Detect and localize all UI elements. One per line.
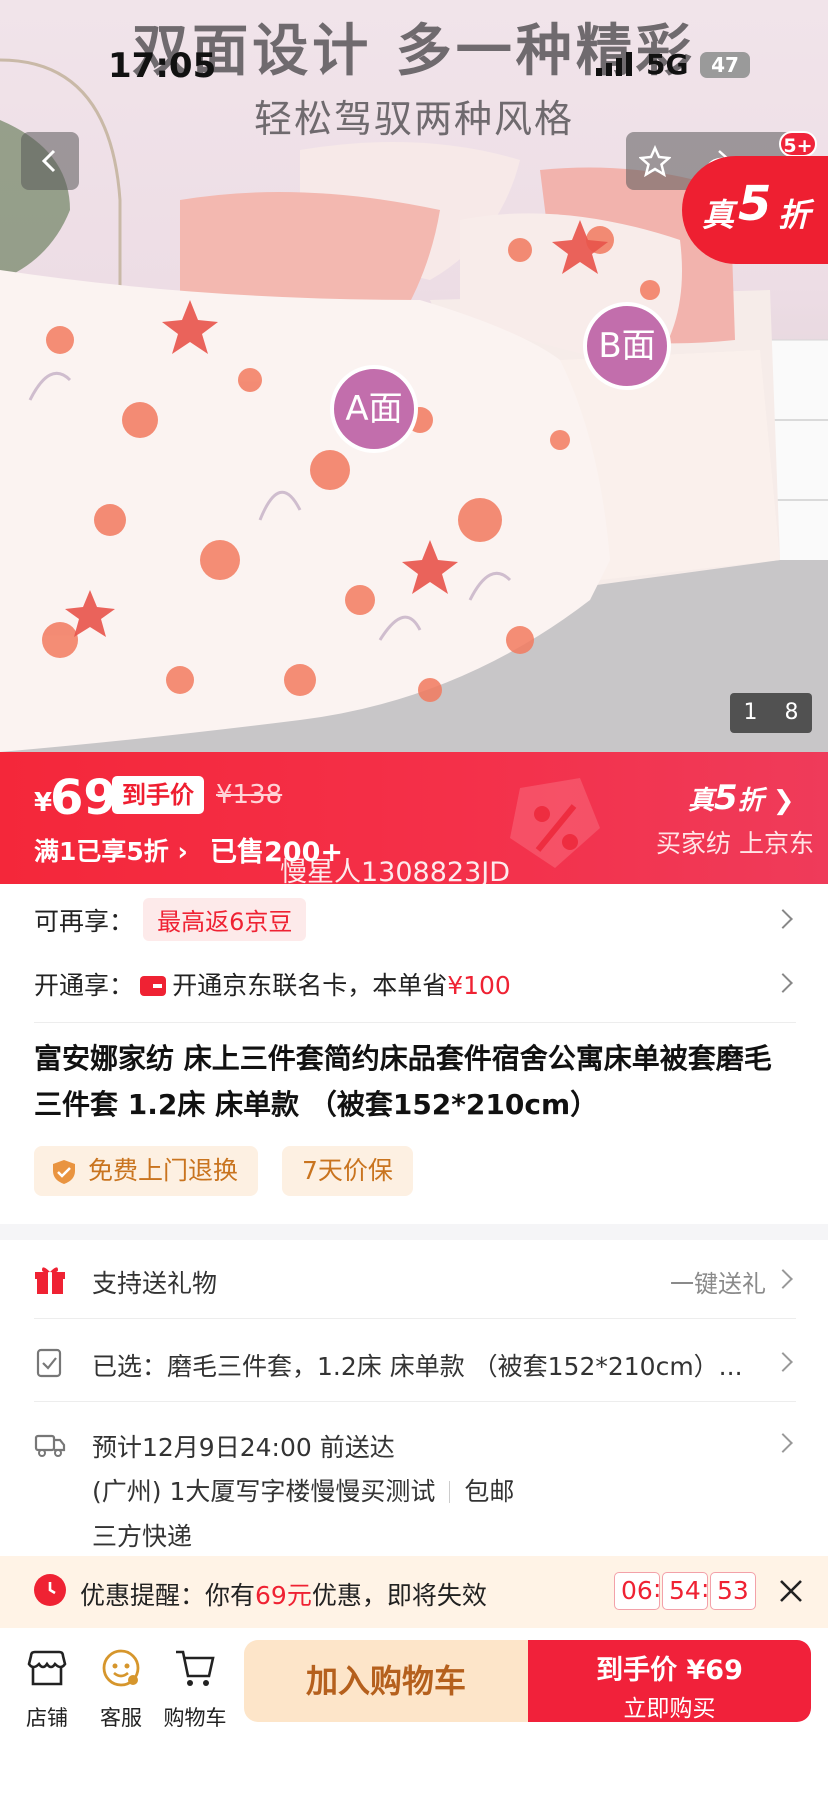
divider <box>34 1022 796 1023</box>
gift-action[interactable]: 一键送礼 <box>670 1264 766 1299</box>
cart-label: 购物车 <box>163 1706 227 1730</box>
co-brand-card-label: 开通享： <box>34 971 135 1000</box>
star-icon <box>639 145 671 177</box>
discount-rule-text: 满1已享5折 <box>34 837 169 866</box>
divider <box>449 1481 451 1503</box>
pager-current: 1 <box>743 700 758 725</box>
final-price: 69 <box>50 770 117 826</box>
section-gap <box>0 1224 828 1240</box>
final-price-tag: 到手价 <box>112 776 204 814</box>
bottom-action-bar: 店铺 客服 购物车 加入购物车 到手价 ¥69 立即购买 <box>0 1628 828 1801</box>
store-label: 店铺 <box>26 1706 68 1730</box>
countdown-seconds: 53 <box>710 1572 756 1610</box>
co-brand-card-amount: ¥100 <box>447 971 511 1000</box>
real-discount-link-suffix: 折 <box>737 786 764 816</box>
original-price: ¥138 <box>216 780 283 810</box>
real-discount-suffix: 折 <box>778 196 811 234</box>
customer-service-icon <box>102 1649 140 1687</box>
customer-service-button[interactable]: 客服 <box>86 1646 156 1732</box>
delivery-eta: 预计12月9日24:00 前送达 <box>92 1433 395 1462</box>
delivery-address-text: (广州) 1大厦写字楼慢慢买测试 <box>92 1477 436 1506</box>
side-a-label: A面 <box>330 365 418 453</box>
coupon-reminder-suffix: 优惠，即将失效 <box>311 1581 487 1610</box>
favorite-button[interactable] <box>626 132 684 190</box>
chevron-right-icon <box>773 909 793 929</box>
bonus-beans-value: 最高返6京豆 <box>143 898 307 941</box>
gift-row[interactable]: 支持送礼物 一键送礼 <box>34 1264 794 1298</box>
store-button[interactable]: 店铺 <box>12 1646 82 1732</box>
chevron-right-icon <box>773 1352 793 1372</box>
percent-decoration-icon <box>510 778 600 868</box>
chevron-right-icon <box>773 1433 793 1453</box>
coupon-reminder-bar[interactable]: 优惠提醒：你有69元优惠，即将失效 06 : 54 : 53 <box>0 1556 828 1628</box>
product-title: 富安娜家纺 床上三件套简约床品套件宿舍公寓床单被套磨毛三件套 1.2床 床单款 … <box>34 1042 772 1121</box>
coupon-reminder-prefix: 优惠提醒：你有 <box>80 1581 256 1610</box>
shield-check-icon <box>53 1160 75 1184</box>
buy-now-button[interactable]: 到手价 ¥69 立即购买 <box>528 1640 811 1722</box>
price-protect-chip[interactable]: 7天价保 <box>282 1146 413 1196</box>
product-detail-page: 双面设计 多一种精彩 轻松驾驭两种风格 17:05 5G 47 5+ 真 5 折… <box>0 0 828 1801</box>
chevron-right-icon <box>773 973 793 993</box>
real-discount-link[interactable]: 真5折 ❯ <box>688 778 795 818</box>
buy-now-price: 到手价 ¥69 <box>596 1655 743 1686</box>
real-discount-link-number: 5 <box>714 778 738 818</box>
bonus-beans-label: 可再享： <box>34 907 135 936</box>
network-type: 5G <box>646 48 689 81</box>
customer-service-label: 客服 <box>100 1706 142 1730</box>
side-b-label: B面 <box>583 302 671 390</box>
delivery-shipping-fee: 包邮 <box>464 1477 515 1506</box>
discount-rule-link[interactable]: 满1已享5折 › <box>34 832 188 868</box>
close-icon[interactable] <box>778 1578 804 1604</box>
real-discount-link-prefix: 真 <box>688 786 715 816</box>
countdown-separator: : <box>653 1574 662 1603</box>
status-bar: 17:05 5G 47 <box>0 46 828 92</box>
add-to-cart-button[interactable]: 加入购物车 <box>244 1640 528 1722</box>
signal-icon <box>596 52 632 76</box>
free-return-text: 免费上门退换 <box>88 1156 239 1185</box>
user-watermark: 慢星人1308823JD <box>280 857 511 888</box>
delivery-truck-icon <box>34 1434 66 1457</box>
divider <box>34 1401 796 1402</box>
selected-spec-row[interactable]: 已选：磨毛三件套，1.2床 床单款 （被套152*210cm）... <box>34 1347 794 1381</box>
real-discount-prefix: 真 <box>702 196 735 234</box>
divider <box>34 1318 796 1319</box>
chevron-right-icon <box>773 1269 793 1289</box>
co-brand-card-row[interactable]: 开通享： 开通京东联名卡，本单省¥100 <box>34 966 794 1006</box>
coupon-reminder-text: 优惠提醒：你有69元优惠，即将失效 <box>80 1576 487 1612</box>
gift-icon <box>35 1267 65 1294</box>
battery-icon: 47 <box>700 52 750 78</box>
status-time: 17:05 <box>108 46 217 86</box>
back-arrow-icon <box>41 149 56 173</box>
free-return-chip[interactable]: 免费上门退换 <box>34 1146 259 1196</box>
selected-spec-text: 已选：磨毛三件套，1.2床 床单款 （被套152*210cm）... <box>92 1352 743 1381</box>
store-slogan: 买家纺 上京东 <box>656 829 814 858</box>
buy-now-label: 立即购买 <box>623 1696 716 1722</box>
countdown-separator: : <box>701 1574 710 1603</box>
gift-label: 支持送礼物 <box>92 1269 218 1298</box>
cart-count-badge: 5+ <box>779 131 817 157</box>
real-discount-badge[interactable]: 真 5 折 <box>682 156 828 264</box>
store-icon <box>27 1650 67 1686</box>
pager-total: 8 <box>784 700 799 725</box>
bonus-beans-row[interactable]: 可再享： 最高返6京豆 <box>34 898 794 944</box>
cart-icon <box>176 1650 215 1686</box>
product-image-carousel[interactable]: 双面设计 多一种精彩 轻松驾驭两种风格 17:05 5G 47 5+ 真 5 折… <box>0 0 828 752</box>
delivery-carrier: 三方快递 <box>92 1522 193 1551</box>
alarm-clock-icon <box>34 1574 66 1606</box>
cart-button[interactable]: 购物车 <box>160 1646 230 1732</box>
card-icon <box>140 976 167 996</box>
real-discount-number: 5 <box>738 176 772 232</box>
delivery-row[interactable]: 预计12月9日24:00 前送达 (广州) 1大厦写字楼慢慢买测试 包邮 三方快递 <box>34 1428 794 1551</box>
spec-check-icon <box>36 1348 62 1378</box>
image-pager: 1 8 <box>730 693 812 733</box>
co-brand-card-text: 开通京东联名卡，本单省 <box>172 971 448 1000</box>
back-button[interactable] <box>21 132 79 190</box>
coupon-reminder-amount: 69元 <box>255 1581 312 1610</box>
delivery-address: (广州) 1大厦写字楼慢慢买测试 包邮 <box>92 1472 514 1508</box>
